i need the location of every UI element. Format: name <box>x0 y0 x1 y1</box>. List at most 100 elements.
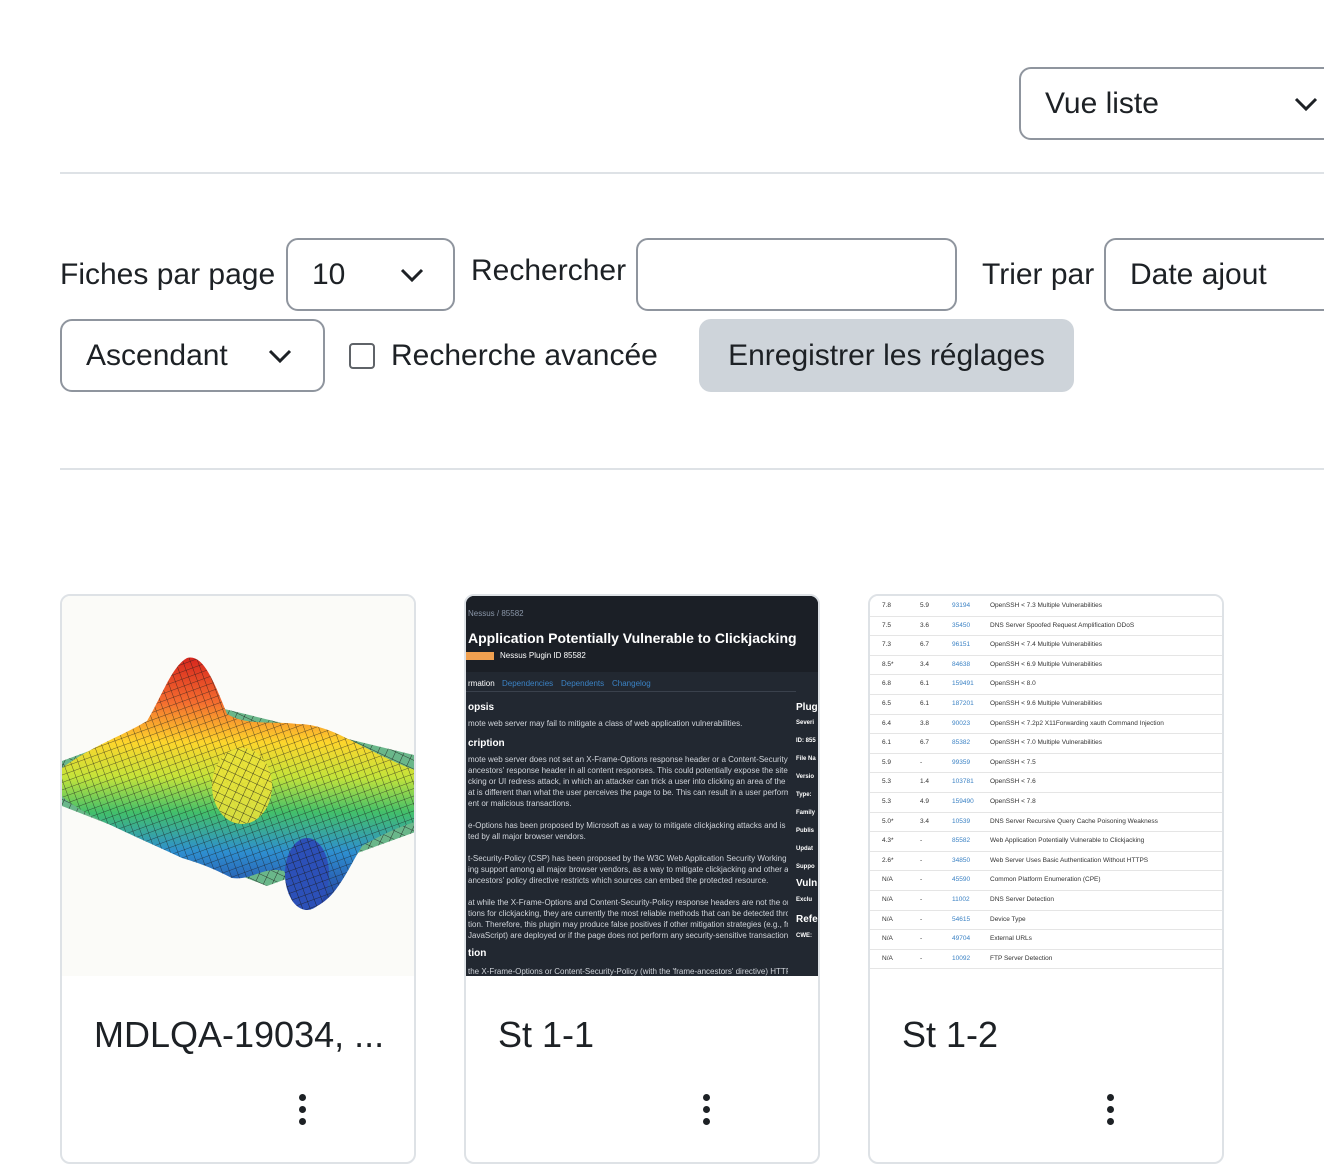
more-options-icon[interactable] <box>1104 1094 1116 1130</box>
sort-label: Trier par <box>982 258 1095 291</box>
table-cell: FTP Server Detection <box>990 954 1053 962</box>
table-cell: 5.9 <box>882 758 892 766</box>
table-cell: 6.5 <box>882 700 892 707</box>
advanced-search-label: Recherche avancée <box>391 339 658 372</box>
table-row: 7.8 5.9 93194 OpenSSH < 7.3 Multiple Vulner… <box>870 596 1222 617</box>
table-cell: External URLs <box>990 935 1032 943</box>
table-cell: Web Server Uses Basic Authentication Wit… <box>990 856 1149 864</box>
plugin-id-link[interactable]: 96151 <box>952 641 970 648</box>
card-title[interactable]: St 1-2 <box>902 1014 998 1056</box>
table-cell: OpenSSH < 7.6 <box>990 778 1036 786</box>
card-title[interactable]: St 1-1 <box>498 1014 594 1056</box>
plugin-id-link[interactable]: 93194 <box>952 602 970 609</box>
thumb-sidebar-item: File Na <box>796 756 816 762</box>
plugin-id-link[interactable]: 84638 <box>952 661 970 668</box>
save-settings-button[interactable]: Enregistrer les réglages <box>699 319 1074 392</box>
table-cell: 5.3 <box>882 778 892 786</box>
sort-order-select[interactable]: Ascendant <box>60 319 325 392</box>
thumb-description-line: at while the X-Frame-Options and Content… <box>468 898 788 907</box>
table-cell: N/A <box>882 935 893 943</box>
table-cell: 8.5* <box>882 660 894 668</box>
entry-card[interactable]: Nessus / 85582 Application Potentially V… <box>464 594 820 1164</box>
table-cell: OpenSSH < 7.5 <box>990 758 1036 766</box>
table-cell: - <box>920 837 923 845</box>
table-cell: 6.7 <box>920 641 930 649</box>
table-row: 7.3 6.7 96151 OpenSSH < 7.4 Multiple Vulner… <box>870 635 1222 656</box>
table-row: 5.0* 3.4 10539 DNS Server Recursive Query C… <box>870 812 1222 833</box>
advanced-search-checkbox[interactable] <box>349 343 375 369</box>
plugin-id-link[interactable]: 34850 <box>952 857 970 864</box>
thumb-description-line: at is different than what the user perce… <box>468 788 788 797</box>
more-options-icon[interactable] <box>296 1094 308 1130</box>
thumb-sidebar-item: Publis <box>796 828 815 834</box>
table-cell: N/A <box>882 876 893 884</box>
plugin-id-link[interactable]: 159491 <box>952 680 974 687</box>
surface-plot-image <box>62 657 414 910</box>
divider <box>60 468 1324 470</box>
table-cell: 5.9 <box>920 602 930 609</box>
table-cell: 6.7 <box>920 739 930 747</box>
per-page-select[interactable]: 10 <box>286 238 455 311</box>
sort-by-select[interactable]: Date ajout <box>1104 238 1324 311</box>
plugin-id-link[interactable]: 90023 <box>952 720 970 727</box>
thumb-description: mote web server does not set an X-Frame-… <box>468 754 788 941</box>
table-cell: - <box>920 935 923 943</box>
plugin-id-link[interactable]: 187201 <box>952 700 974 707</box>
plugin-id-link[interactable]: 11002 <box>952 896 970 903</box>
plugin-id-link[interactable]: 10092 <box>952 955 970 962</box>
plugin-id-link[interactable]: 49704 <box>952 935 970 942</box>
plugin-id-link[interactable]: 99359 <box>952 759 970 766</box>
plugin-id-link[interactable]: 159490 <box>952 798 974 805</box>
thumb-description-line: ing support among all major browser vend… <box>468 865 788 874</box>
thumb-tabs: rmation Dependencies Dependents Changelo… <box>466 674 796 692</box>
thumb-sidebar-item: Family <box>796 810 816 816</box>
thumb-description-line: ted by all major browser vendors. <box>468 832 586 841</box>
table-row: 6.4 3.8 90023 OpenSSH < 7.2p2 X11Forwarding… <box>870 714 1222 735</box>
thumb-sidebar-item: Type: <box>796 792 812 798</box>
table-cell: DNS Server Recursive Query Cache Poisoni… <box>990 817 1158 825</box>
view-mode-select[interactable]: Vue liste <box>1019 67 1324 140</box>
thumb-description-line <box>468 809 788 820</box>
table-cell: Common Platform Enumeration (CPE) <box>990 876 1101 884</box>
table-row: 5.3 1.4 103781 OpenSSH < 7.6 <box>870 772 1222 793</box>
table-cell: OpenSSH < 7.3 Multiple Vulnerabilities <box>990 602 1102 609</box>
table-cell: - <box>920 896 923 903</box>
plugin-id-link[interactable]: 85582 <box>952 837 970 844</box>
plugin-id-link[interactable]: 54615 <box>952 916 970 923</box>
table-cell: Device Type <box>990 915 1026 923</box>
table-row: 8.5* 3.4 84638 OpenSSH < 6.9 Multiple Vulne… <box>870 655 1222 676</box>
chevron-down-icon <box>1294 97 1318 111</box>
thumb-title: Application Potentially Vulnerable to Cl… <box>468 630 797 646</box>
table-cell: - <box>920 856 923 864</box>
table-cell: 3.4 <box>920 817 930 825</box>
entry-card[interactable]: 7.8 5.9 93194 OpenSSH < 7.3 Multiple Vulner… <box>868 594 1224 1164</box>
plugin-id-link[interactable]: 35450 <box>952 622 970 629</box>
thumb-sidebar-item: Versio <box>796 774 815 780</box>
table-cell: 7.3 <box>882 641 892 649</box>
plugin-id-link[interactable]: 10539 <box>952 818 970 825</box>
table-cell: OpenSSH < 8.0 <box>990 680 1036 688</box>
table-cell: DNS Server Detection <box>990 896 1054 903</box>
search-input[interactable] <box>636 238 957 311</box>
thumb-description-line: tion. Therefore, this plugin may produce… <box>468 920 788 929</box>
severity-badge <box>466 652 494 660</box>
plugin-id-link[interactable]: 45590 <box>952 876 970 883</box>
thumb-breadcrumb: Nessus / 85582 <box>468 609 524 618</box>
table-cell: 4.3* <box>882 837 894 845</box>
plugin-id-link[interactable]: 85382 <box>952 739 970 746</box>
entry-card[interactable]: MDLQA-19034, ... <box>60 594 416 1164</box>
table-cell: - <box>920 758 923 766</box>
thumb-description-line <box>468 886 788 897</box>
thumb-description-line: ancestors' policy directive restricts wh… <box>468 876 769 885</box>
thumb-description-line: e-Options has been proposed by Microsoft… <box>468 821 788 830</box>
thumb-description-line: t-Security-Policy (CSP) has been propose… <box>468 854 788 863</box>
per-page-value: 10 <box>312 257 346 291</box>
table-row: 6.5 6.1 187201 OpenSSH < 9.6 Multiple Vulne… <box>870 694 1222 715</box>
table-cell: 6.1 <box>920 700 930 707</box>
plugin-id-link[interactable]: 103781 <box>952 778 974 785</box>
more-options-icon[interactable] <box>700 1094 712 1130</box>
table-row: 2.6* - 34850 Web Server Uses Basic Authenti… <box>870 851 1222 872</box>
table-cell: 5.3 <box>882 798 892 805</box>
table-cell: 5.0* <box>882 817 894 825</box>
card-title[interactable]: MDLQA-19034, ... <box>94 1014 384 1056</box>
